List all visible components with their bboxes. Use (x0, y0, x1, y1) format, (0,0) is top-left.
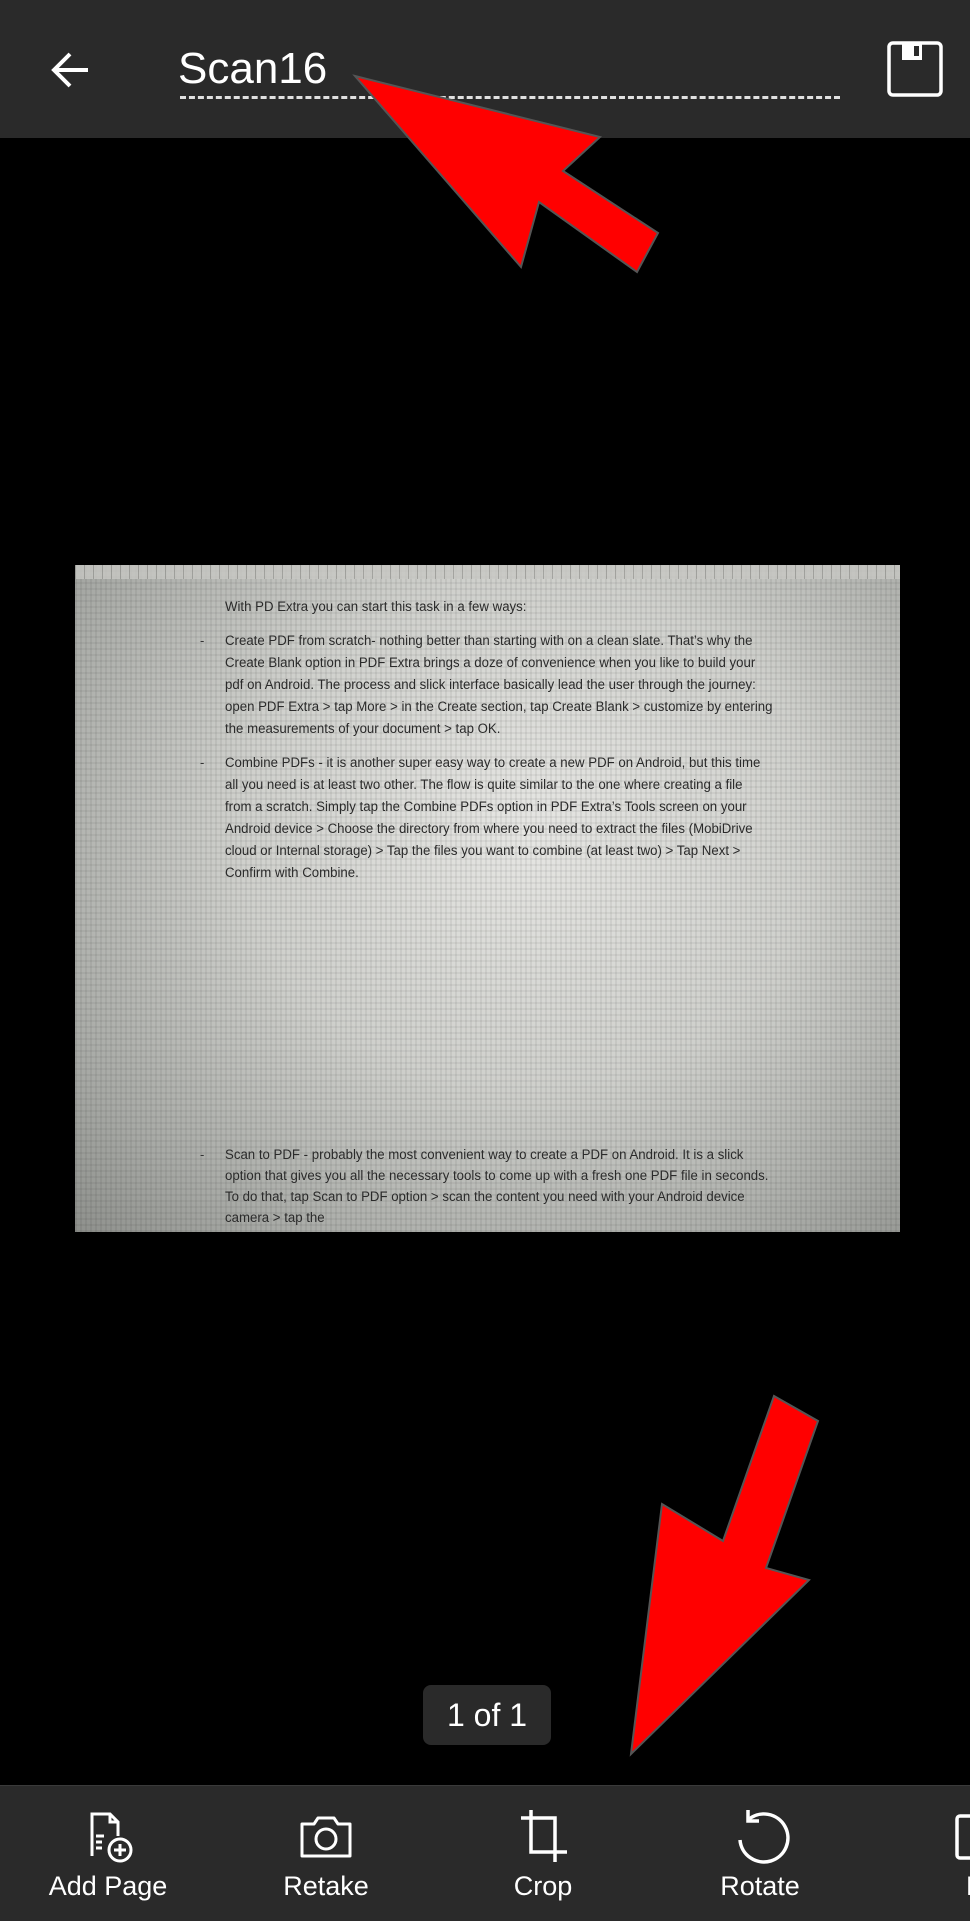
arrow-left-icon[interactable] (44, 44, 96, 96)
rotate-button[interactable]: Rotate (670, 1786, 850, 1921)
scanned-page-image[interactable]: With PD Extra you can start this task in… (75, 565, 900, 1232)
doc-line: Combine PDFs - it is another super easy … (225, 755, 761, 770)
camera-icon (300, 1816, 352, 1858)
red-arrow-bottom (629, 1394, 820, 1757)
bottom-toolbar: Add Page Retake Crop Rotate Fi (0, 1785, 970, 1921)
doc-line: Create PDF from scratch- nothing better … (225, 633, 753, 648)
doc-line: all you need is at least two other. The … (225, 777, 743, 792)
doc-line: camera > tap the (225, 1210, 325, 1225)
doc-line: the measurements of your document > tap … (225, 721, 501, 736)
doc-line: cloud or Internal storage) > Tap the fil… (225, 843, 741, 858)
document-title-input[interactable]: Scan16 (178, 44, 327, 94)
doc-line: Scan to PDF - probably the most convenie… (225, 1147, 744, 1162)
doc-line: Create Blank option in PDF Extra brings … (225, 655, 756, 670)
title-underline (180, 96, 840, 99)
doc-line: option that gives you all the necessary … (225, 1168, 769, 1183)
add-page-button[interactable]: Add Page (18, 1786, 198, 1921)
filter-icon (955, 1814, 970, 1860)
bullet: - (200, 755, 205, 770)
floppy-disk-icon[interactable] (886, 40, 944, 98)
doc-line: from a scratch. Simply tap the Combine P… (225, 799, 747, 814)
bullet: - (200, 1147, 205, 1162)
doc-line: pdf on Android. The process and slick in… (225, 677, 756, 692)
retake-button[interactable]: Retake (236, 1786, 416, 1921)
page-counter: 1 of 1 (423, 1685, 551, 1745)
add-page-icon (90, 1812, 133, 1863)
doc-line: To do that, tap Scan to PDF option > sca… (225, 1189, 745, 1204)
doc-line: Confirm with Combine. (225, 865, 359, 880)
rotate-icon (738, 1810, 790, 1864)
doc-intro: With PD Extra you can start this task in… (225, 599, 527, 614)
ruler (75, 565, 900, 579)
crop-button[interactable]: Crop (453, 1786, 633, 1921)
filter-button[interactable]: Fi (888, 1786, 970, 1921)
crop-icon (521, 1810, 567, 1862)
top-app-bar: Scan16 (0, 0, 970, 138)
doc-line: Android device > Choose the directory fr… (225, 821, 753, 836)
doc-line: open PDF Extra > tap More > in the Creat… (225, 699, 773, 714)
bullet: - (200, 633, 205, 648)
